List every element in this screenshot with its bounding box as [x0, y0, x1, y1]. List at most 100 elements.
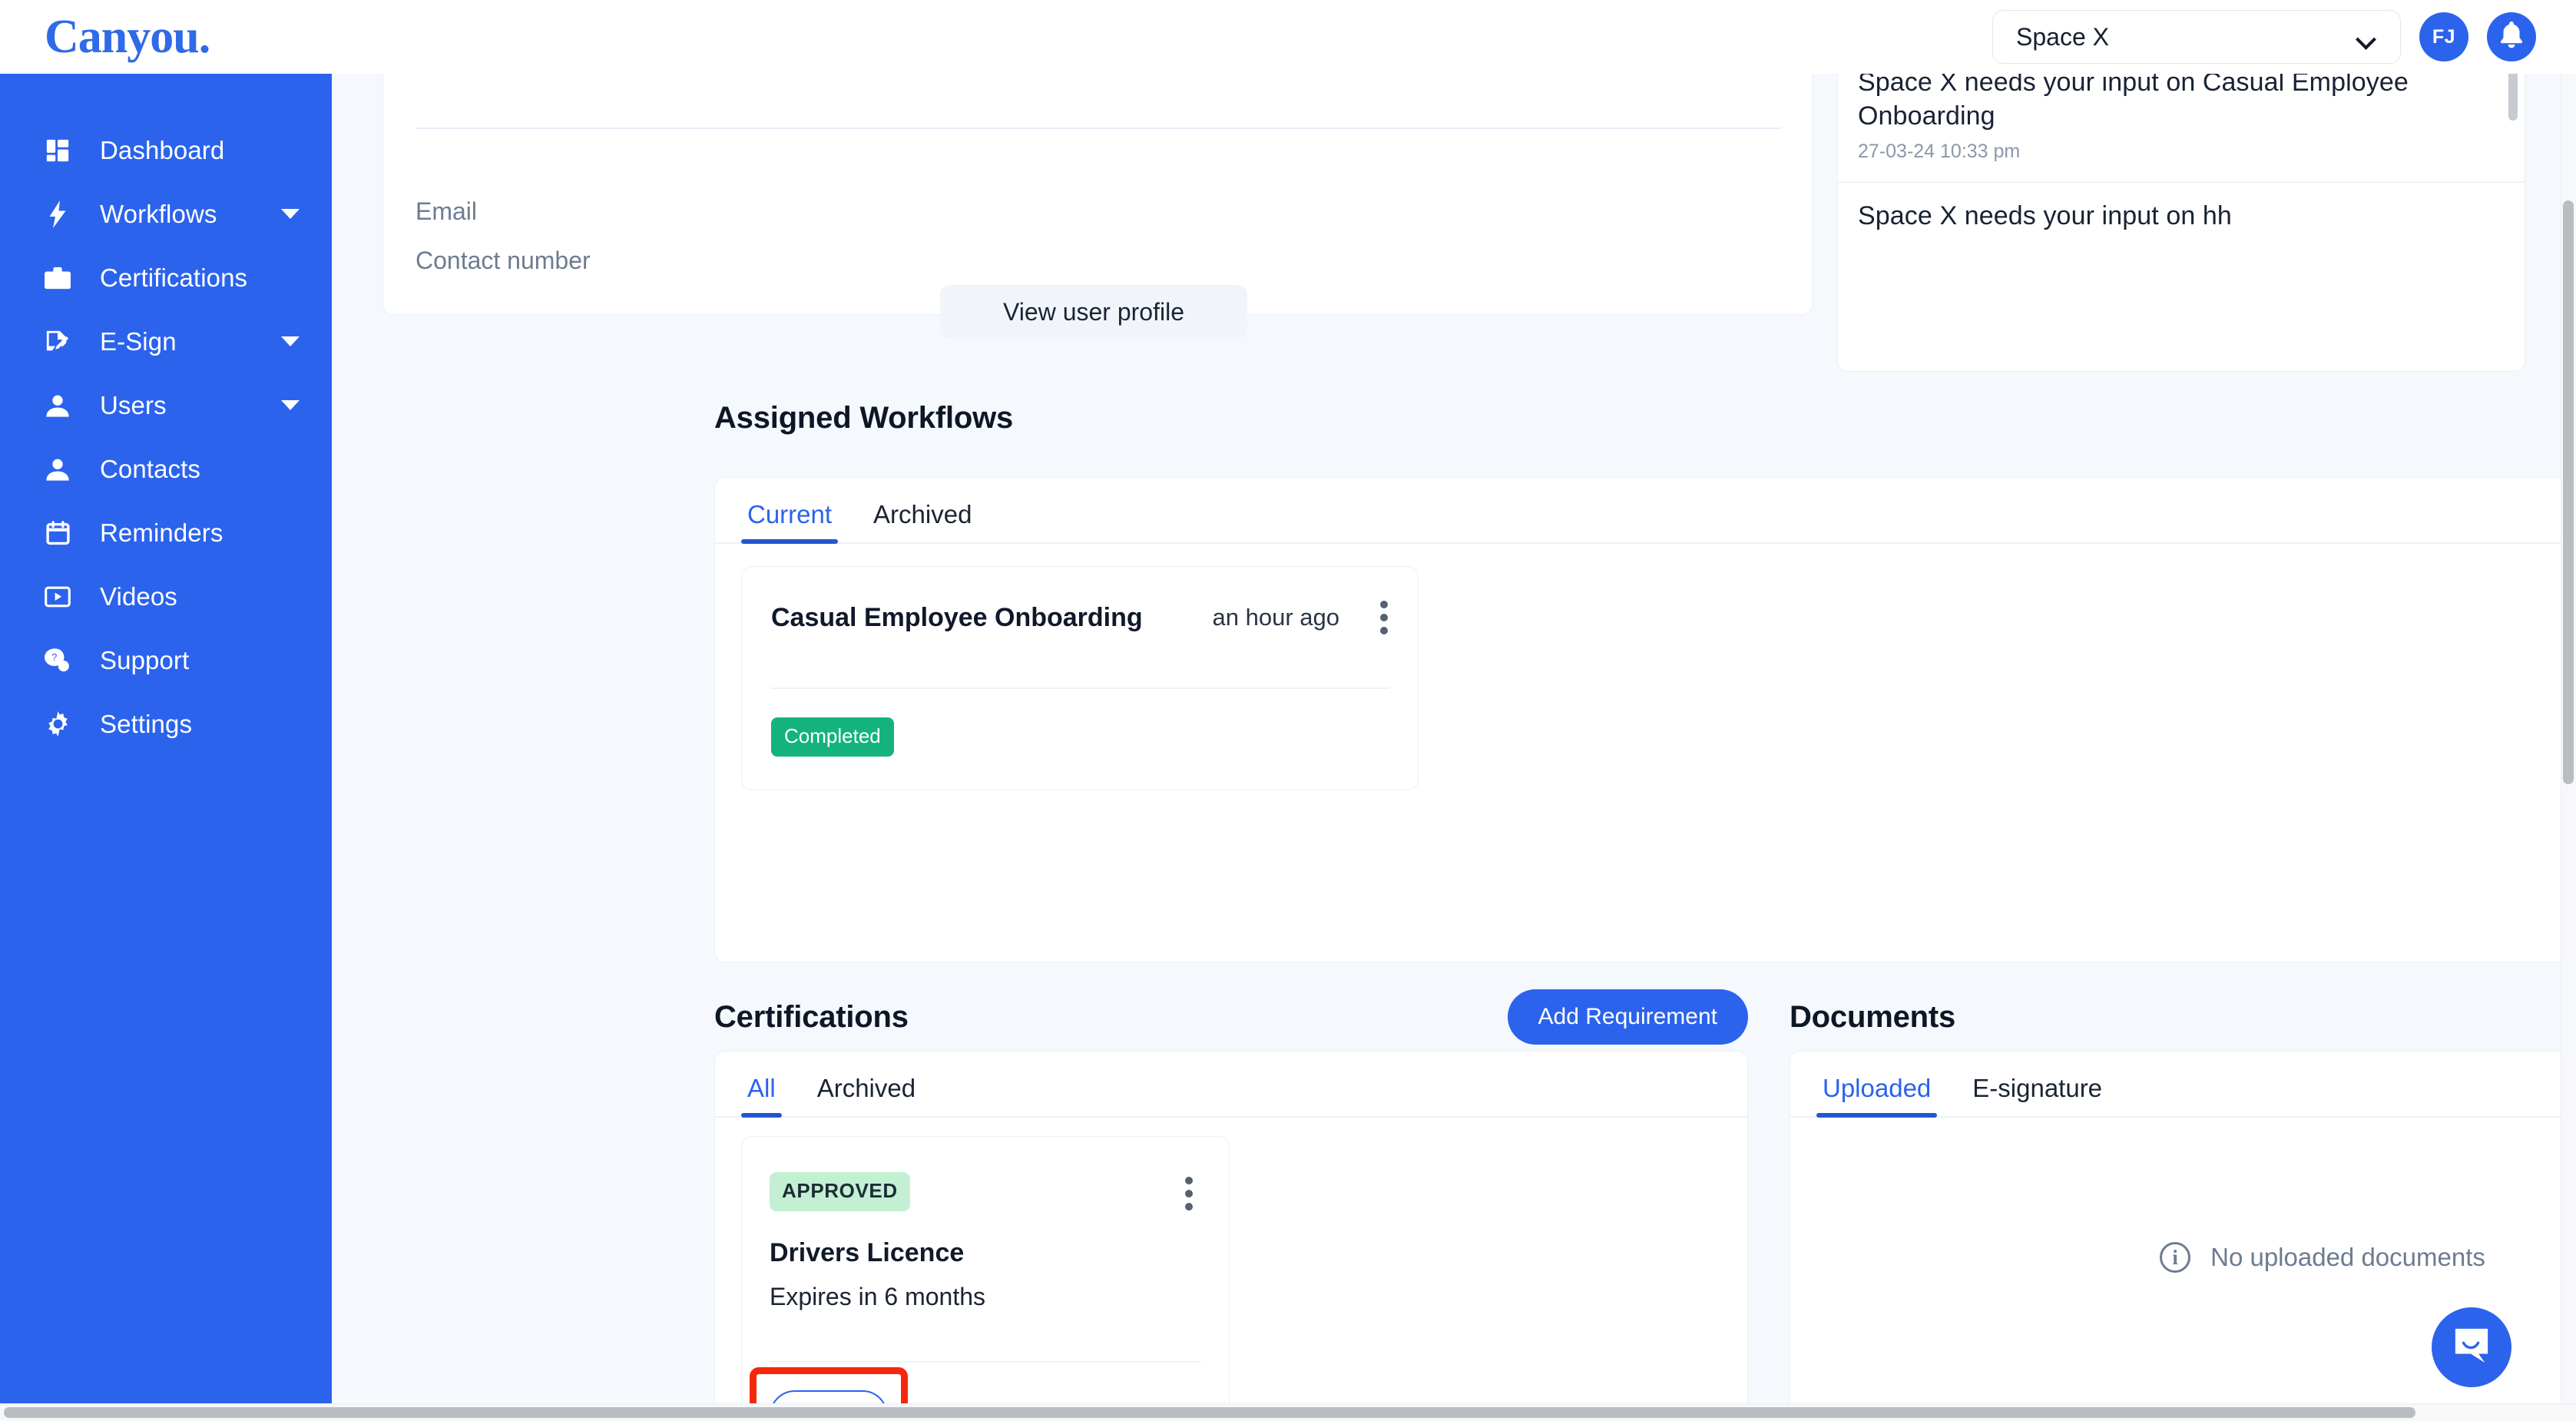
chat-bubble-icon: [2452, 1327, 2491, 1368]
assigned-workflows-header: Assigned Workflows Assign: [714, 389, 2561, 447]
status-badge: APPROVED: [770, 1172, 910, 1211]
info-icon: i: [2160, 1242, 2191, 1273]
sidebar-item-label: Settings: [100, 710, 193, 738]
sidebar-item-label: Dashboard: [100, 136, 225, 164]
user-icon: [42, 390, 73, 421]
organisation-select[interactable]: Space X: [1992, 10, 2401, 64]
status-badge: Completed: [771, 717, 894, 757]
tab-uploaded[interactable]: Uploaded: [1816, 1075, 1938, 1118]
sidebar-item-label: Reminders: [100, 518, 223, 547]
sidebar: Canyou. Dashboard Workflows Certificatio…: [0, 0, 332, 1421]
notification-item[interactable]: Space X needs your input on Casual Emplo…: [1838, 74, 2525, 181]
sidebar-item-label: Workflows: [100, 200, 217, 228]
workflow-card-header: Casual Employee Onboarding an hour ago: [742, 567, 1418, 634]
video-icon: [42, 581, 73, 612]
sidebar-item-label: Contacts: [100, 455, 201, 483]
kebab-menu-icon[interactable]: [1379, 601, 1389, 634]
vertical-scrollbar-thumb[interactable]: [2563, 200, 2574, 784]
svg-text:?: ?: [51, 651, 57, 663]
documents-tabs: Uploaded E-signature: [1790, 1052, 2561, 1118]
divider: [416, 128, 1781, 129]
sidebar-item-reminders[interactable]: Reminders: [0, 501, 332, 565]
sidebar-item-support[interactable]: ? Support: [0, 628, 332, 692]
notification-item[interactable]: Space X needs your input on hh: [1838, 181, 2525, 260]
sidebar-item-contacts[interactable]: Contacts: [0, 437, 332, 501]
tab-current[interactable]: Current: [741, 502, 839, 544]
sidebar-item-label: E-Sign: [100, 327, 177, 356]
chevron-down-icon[interactable]: [281, 400, 300, 410]
view-certification-button[interactable]: View: [770, 1390, 888, 1403]
lightning-icon: [42, 199, 73, 230]
workflow-card[interactable]: Casual Employee Onboarding an hour ago C…: [741, 566, 1419, 790]
app-root: Canyou. Dashboard Workflows Certificatio…: [0, 0, 2576, 1421]
tab-archived[interactable]: Archived: [811, 1075, 922, 1116]
notifications-scrollbar[interactable]: [2508, 74, 2518, 121]
sidebar-item-label: Users: [100, 391, 167, 419]
divider: [770, 1361, 1201, 1363]
chat-help-icon: ?: [42, 645, 73, 676]
documents-empty-state: i No uploaded documents: [1790, 1242, 2561, 1273]
kebab-menu-icon[interactable]: [1184, 1177, 1194, 1211]
organisation-select-value: Space X: [2016, 22, 2109, 51]
sidebar-item-certifications[interactable]: Certifications: [0, 246, 332, 310]
sidebar-item-workflows[interactable]: Workflows: [0, 182, 332, 246]
horizontal-scrollbar-thumb[interactable]: [4, 1407, 2415, 1418]
notification-title: Space X needs your input on hh: [1858, 201, 2232, 231]
certifications-header: Certifications Add Requirement: [714, 988, 1748, 1046]
page-title-documents: Documents: [1790, 999, 1956, 1034]
tab-archived[interactable]: Archived: [867, 502, 978, 542]
email-label: Email: [416, 197, 478, 225]
briefcase-icon: [42, 263, 73, 293]
gear-icon: [42, 709, 73, 740]
logo-container: Canyou.: [0, 0, 332, 74]
notifications-button[interactable]: [2487, 12, 2536, 61]
horizontal-scrollbar-track[interactable]: [0, 1403, 2576, 1421]
sidebar-item-label: Certifications: [100, 263, 248, 292]
sidebar-item-label: Videos: [100, 582, 177, 611]
vertical-scrollbar-track[interactable]: [2561, 74, 2576, 1403]
chevron-down-icon[interactable]: [281, 336, 300, 346]
contact-icon: [42, 454, 73, 485]
notification-title: Space X needs your input on Casual Emplo…: [1858, 74, 2409, 131]
workflow-updated-time: an hour ago: [1212, 604, 1339, 631]
assigned-workflows-tabs: Current Archived: [715, 478, 2561, 544]
grid-icon: [42, 135, 73, 166]
notification-time: 27-03-24 10:33 pm: [1858, 141, 2021, 163]
notifications-panel: 27-03-24 10:34 pm Space X needs your inp…: [1837, 74, 2525, 372]
contact-number-label: Contact number: [416, 247, 591, 274]
page-title-assigned-workflows: Assigned Workflows: [714, 400, 1014, 435]
user-profile-card: Email Contact number View user profile: [382, 74, 1813, 339]
tab-esignature[interactable]: E-signature: [1966, 1075, 2108, 1116]
divider: [771, 687, 1390, 689]
tab-all[interactable]: All: [741, 1075, 782, 1118]
sidebar-item-videos[interactable]: Videos: [0, 565, 332, 628]
view-user-profile-button[interactable]: View user profile: [940, 285, 1247, 339]
chevron-down-icon[interactable]: [281, 209, 300, 219]
chevron-down-icon: [2359, 32, 2376, 41]
signature-icon: [42, 326, 73, 357]
add-requirement-button[interactable]: Add Requirement: [1507, 989, 1748, 1045]
sidebar-item-dashboard[interactable]: Dashboard: [0, 118, 332, 182]
certification-expiry: Expires in 6 months: [770, 1283, 986, 1310]
avatar[interactable]: FJ: [2419, 12, 2468, 61]
calendar-icon: [42, 518, 73, 548]
documents-empty-text: No uploaded documents: [2210, 1243, 2485, 1271]
notifications-list: 27-03-24 10:34 pm Space X needs your inp…: [1838, 74, 2525, 260]
certifications-panel: All Archived APPROVED Drivers Licence Ex…: [714, 1051, 1748, 1403]
bell-icon: [2498, 21, 2525, 53]
certification-card[interactable]: APPROVED Drivers Licence Expires in 6 mo…: [741, 1136, 1230, 1403]
sidebar-item-label: Support: [100, 646, 190, 674]
documents-header: Documents Upload document: [1790, 988, 2561, 1046]
certifications-tabs: All Archived: [715, 1052, 1747, 1118]
app-logo[interactable]: Canyou.: [45, 13, 210, 61]
page-title-certifications: Certifications: [714, 999, 909, 1034]
chat-launcher-button[interactable]: [2432, 1307, 2511, 1387]
top-bar: Space X FJ: [332, 0, 2576, 74]
main-content: Email Contact number View user profile 2…: [332, 74, 2561, 1403]
certification-name: Drivers Licence: [770, 1238, 965, 1267]
sidebar-item-users[interactable]: Users: [0, 373, 332, 437]
sidebar-item-esign[interactable]: E-Sign: [0, 310, 332, 373]
assigned-workflows-panel: Current Archived Casual Employee Onboard…: [714, 477, 2561, 962]
workflow-name: Casual Employee Onboarding: [771, 602, 1143, 632]
sidebar-item-settings[interactable]: Settings: [0, 692, 332, 756]
